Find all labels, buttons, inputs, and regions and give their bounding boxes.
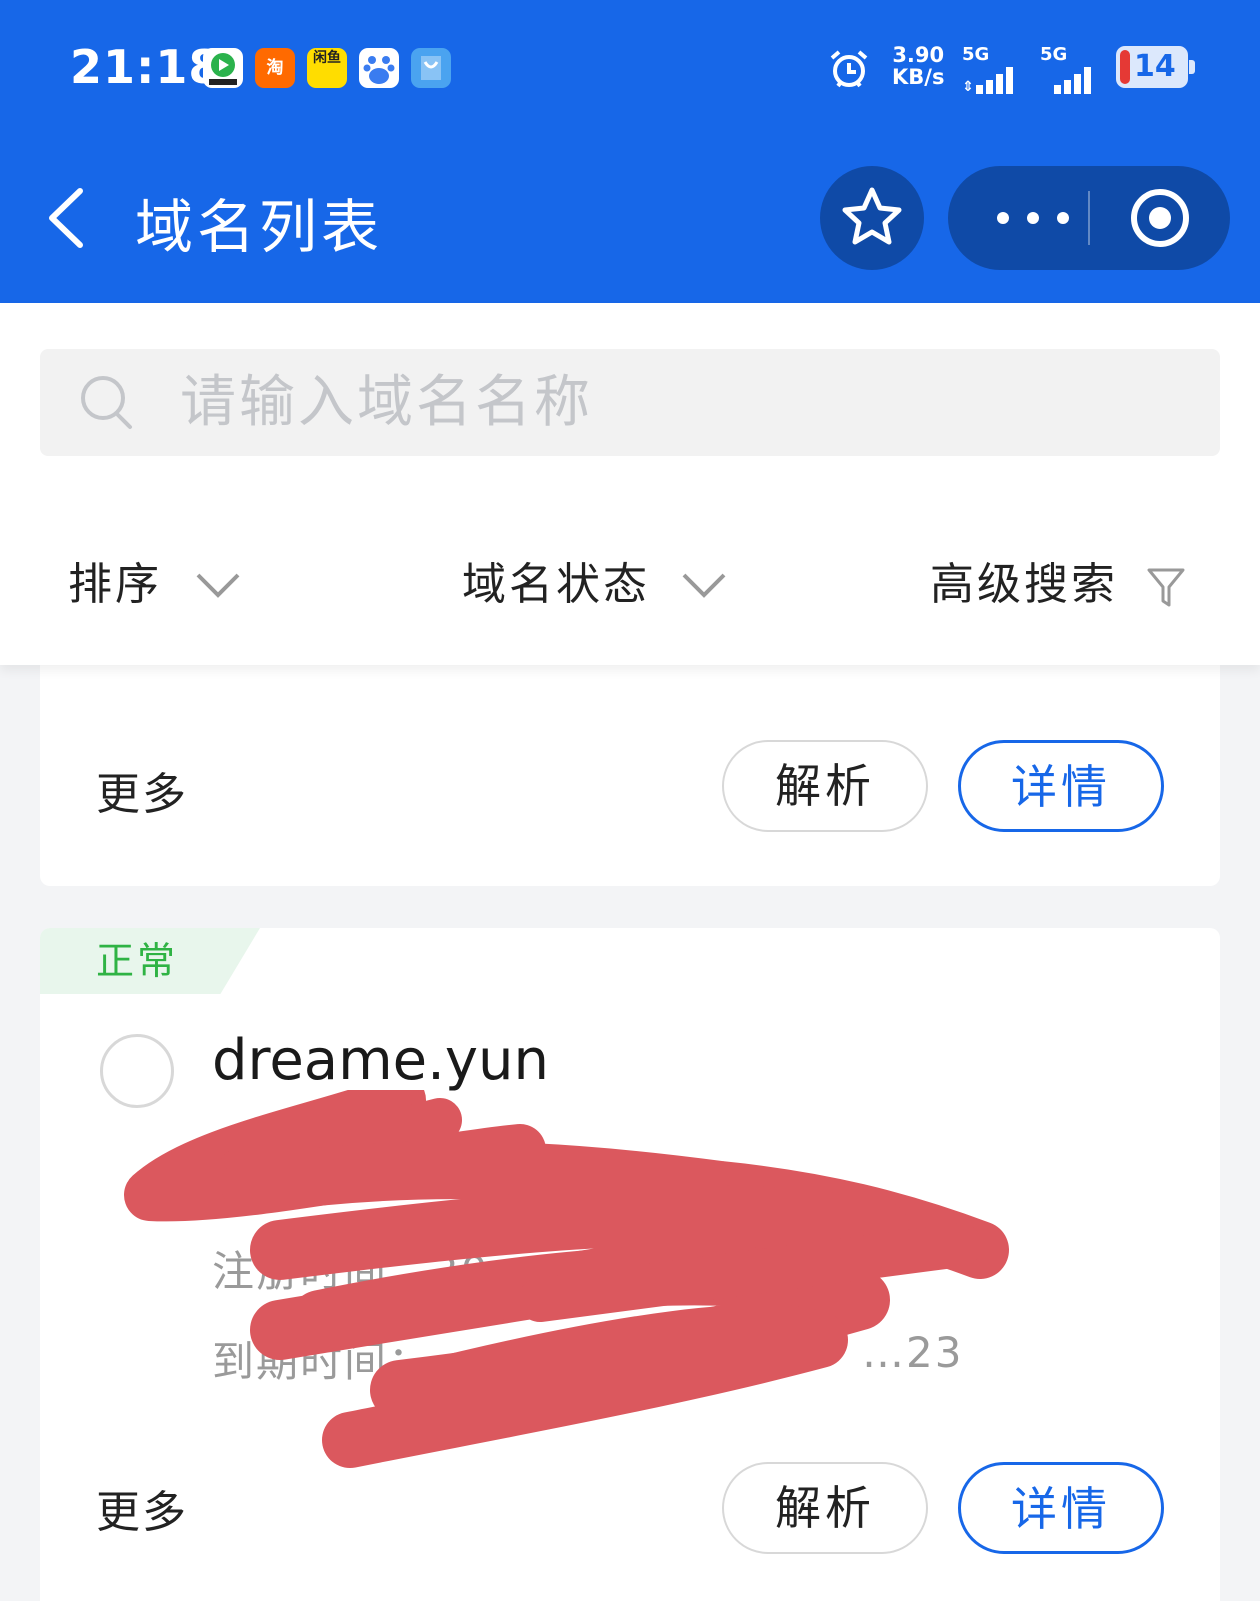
svg-text:⇕: ⇕: [962, 79, 974, 95]
shopping-bag-icon: [411, 48, 451, 88]
filter-panel: 排序 域名状态 高级搜索: [0, 303, 1260, 665]
chevron-down-icon: [682, 573, 726, 598]
search-box: [40, 349, 1220, 456]
favorite-button[interactable]: [820, 166, 924, 270]
battery-indicator: 14: [1116, 46, 1195, 88]
net-speed: 3.90 KB/s: [892, 43, 945, 89]
baidu-icon: [359, 48, 399, 88]
more-dots-icon[interactable]: [988, 206, 1078, 230]
sort-dropdown[interactable]: 排序: [68, 555, 258, 615]
xianyu-icon: 闲鱼: [307, 48, 347, 88]
detail-button[interactable]: 详情: [958, 740, 1164, 832]
back-arrow-icon[interactable]: [42, 185, 92, 251]
status-badge: 正常: [40, 928, 260, 994]
page-title: 域名列表: [135, 193, 384, 261]
redaction-scribble: [124, 1090, 1009, 1468]
search-input[interactable]: [180, 359, 1180, 445]
domain-status-dropdown[interactable]: 域名状态: [462, 555, 742, 615]
signal-5g-1: 5G ⇕: [962, 44, 1026, 100]
video-app-icon: [203, 48, 243, 88]
filter-funnel-icon: [1147, 568, 1185, 607]
domain-name: dreame.yun: [212, 1028, 550, 1093]
alarm-icon: [830, 50, 868, 88]
search-icon: [81, 376, 132, 429]
close-target-icon[interactable]: [1128, 186, 1192, 250]
sort-label: 排序: [68, 559, 162, 610]
mini-program-capsule: [948, 166, 1230, 270]
star-icon: [842, 187, 902, 245]
advanced-search-label: 高级搜索: [930, 559, 1118, 610]
domain-card: 更多 解析 详情: [40, 640, 1220, 886]
chevron-down-icon: [196, 573, 240, 598]
top-bar: 21:18 淘 闲鱼 3.90 KB/s 5G ⇕ 5G 14 域名列表: [0, 0, 1260, 303]
taobao-icon: 淘: [255, 48, 295, 88]
signal-5g-2: 5G: [1040, 44, 1104, 100]
more-link[interactable]: 更多: [96, 758, 188, 822]
domain-status-label: 域名状态: [462, 559, 650, 610]
resolve-button[interactable]: 解析: [722, 740, 928, 832]
status-time: 21:18: [70, 40, 222, 94]
advanced-search-button[interactable]: 高级搜索: [930, 555, 1200, 615]
